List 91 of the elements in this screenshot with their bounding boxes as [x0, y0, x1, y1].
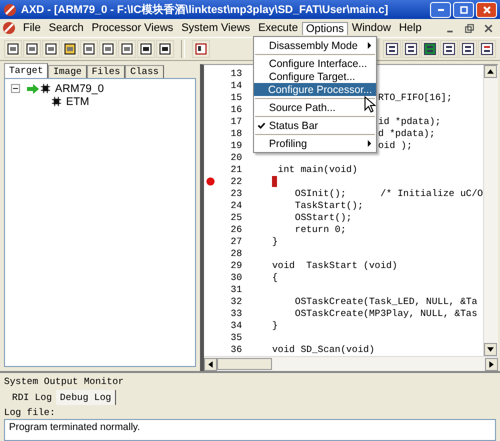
code-line: {: [272, 272, 278, 282]
line-number: 33: [230, 308, 242, 318]
close-icon[interactable]: [483, 22, 494, 34]
code-line: return 0;: [294, 224, 346, 234]
log-label: Log file:: [4, 407, 56, 419]
arrow-icon: [27, 84, 39, 94]
code-line: OSInit(); /* Initialize uC/O: [294, 188, 483, 198]
menu-item[interactable]: Configure Processor...: [254, 83, 376, 96]
line-number: 13: [230, 68, 242, 78]
code-line: OSStart();: [294, 212, 352, 222]
minimize-button[interactable]: [430, 2, 451, 18]
close-button[interactable]: [476, 2, 497, 18]
log-output: Program terminated normally.: [4, 419, 496, 441]
line-number: 19: [230, 140, 242, 150]
scroll-up-icon[interactable]: [484, 65, 497, 78]
line-number: 14: [230, 80, 242, 90]
panel-title: System Output Monitor: [4, 376, 125, 388]
code-line: }: [272, 320, 278, 330]
menu-item[interactable]: Configure Interface...: [254, 57, 376, 70]
code-line: OSTaskCreate(Task_LED, NULL, &Ta: [294, 296, 478, 306]
code-line: }: [272, 236, 278, 246]
line-number: 16: [230, 104, 242, 114]
menu-item[interactable]: File: [19, 21, 45, 35]
code-line: d *pdata);: [378, 128, 436, 138]
code-line: void TaskStart (void): [272, 260, 398, 270]
tab[interactable]: Class: [125, 65, 164, 78]
line-number: 34: [230, 320, 242, 330]
submenu-arrow-icon: [367, 42, 372, 49]
menu-item[interactable]: Profiling: [254, 137, 376, 150]
code-line: RTO_FIFO[16];: [378, 92, 452, 102]
tree-item[interactable]: ETM: [66, 96, 90, 108]
close-icon: [482, 4, 492, 14]
code-line: int main(void): [276, 164, 358, 174]
menu-item[interactable]: Disassembly Mode: [254, 39, 376, 52]
line-number: 31: [230, 284, 242, 294]
scroll-left-icon[interactable]: [204, 358, 218, 370]
breakpoint-icon[interactable]: [206, 176, 215, 186]
menu-item[interactable]: Window: [348, 21, 395, 35]
check-icon: [257, 121, 266, 130]
line-number: 24: [230, 200, 242, 210]
code-line: OSTaskCreate(MP3Play, NULL, &Tas: [294, 308, 478, 318]
scroll-down-icon[interactable]: [484, 343, 497, 356]
tab[interactable]: Debug Log: [56, 390, 116, 405]
tab[interactable]: RDI Log: [8, 390, 56, 405]
chip-icon: [40, 83, 51, 94]
line-number: 36: [230, 344, 242, 354]
code-line: void SD_Scan(void): [272, 344, 375, 354]
menu-item[interactable]: Help: [394, 21, 426, 35]
line-number: 21: [230, 164, 242, 174]
window-title: AXD - [ARM79_0 - F:\IC模块香酒\linktest\mp3play\SD_FAT\User\main.c]: [21, 2, 388, 17]
scroll-right-icon[interactable]: [485, 358, 498, 370]
code-line: TaskStart();: [294, 200, 364, 210]
line-number: 22: [230, 176, 242, 186]
line-number: 17: [230, 116, 242, 126]
line-number: 27: [230, 236, 242, 246]
maximize-icon: [458, 4, 468, 14]
menu-item[interactable]: Configure Target...: [254, 70, 376, 83]
app-icon: [3, 2, 17, 16]
restore-icon[interactable]: [464, 22, 475, 34]
menu-item[interactable]: Search: [44, 21, 88, 35]
app-icon: [2, 21, 16, 35]
menu-item[interactable]: Status Bar: [254, 119, 376, 132]
code-line: oid );: [378, 140, 412, 150]
menu-item[interactable]: Execute: [254, 21, 302, 35]
submenu-arrow-icon: [367, 140, 372, 147]
chip-icon: [51, 96, 62, 107]
line-number: 23: [230, 188, 242, 198]
menu-item[interactable]: System Views: [177, 21, 254, 35]
maximize-button[interactable]: [453, 2, 474, 18]
line-number: 20: [230, 152, 242, 162]
line-number: 35: [230, 332, 242, 342]
tab[interactable]: Image: [48, 65, 87, 78]
vertical-scrollbar[interactable]: [483, 65, 498, 356]
line-number: 15: [230, 92, 242, 102]
horizontal-scrollbar[interactable]: [204, 356, 498, 371]
menu-item[interactable]: Processor Views: [88, 21, 178, 35]
line-number: 29: [230, 260, 242, 270]
tab[interactable]: Files: [86, 65, 126, 78]
collapse-icon[interactable]: [11, 84, 20, 93]
menu-item[interactable]: Options: [302, 22, 348, 34]
line-number: 26: [230, 224, 242, 234]
line-number: 18: [230, 128, 242, 138]
minimize-icon: [438, 8, 444, 10]
scroll-thumb[interactable]: [217, 358, 272, 370]
code-line: id *pdata);: [378, 116, 441, 126]
line-number: 28: [230, 248, 242, 258]
tree-item[interactable]: ARM79_0: [55, 82, 104, 94]
line-number: 25: [230, 212, 242, 222]
line-number: 30: [230, 272, 242, 282]
tab[interactable]: Target: [4, 63, 48, 78]
line-number: 32: [230, 296, 242, 306]
